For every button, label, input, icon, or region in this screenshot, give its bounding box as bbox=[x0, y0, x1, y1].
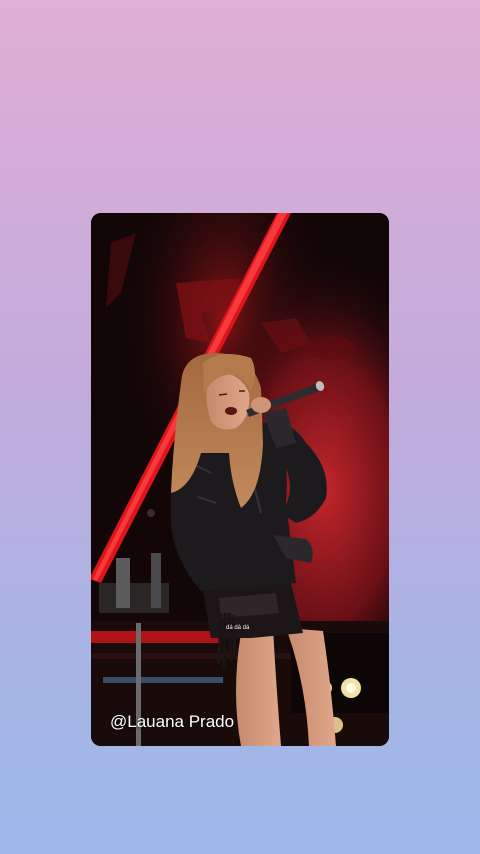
watermark-text: @Lauana Prado bbox=[110, 712, 235, 731]
concert-video-frame bbox=[91, 213, 389, 746]
video-player[interactable]: dá dá dá @Lauana Prado bbox=[91, 213, 389, 746]
video-subtitle: dá dá dá bbox=[226, 625, 250, 631]
